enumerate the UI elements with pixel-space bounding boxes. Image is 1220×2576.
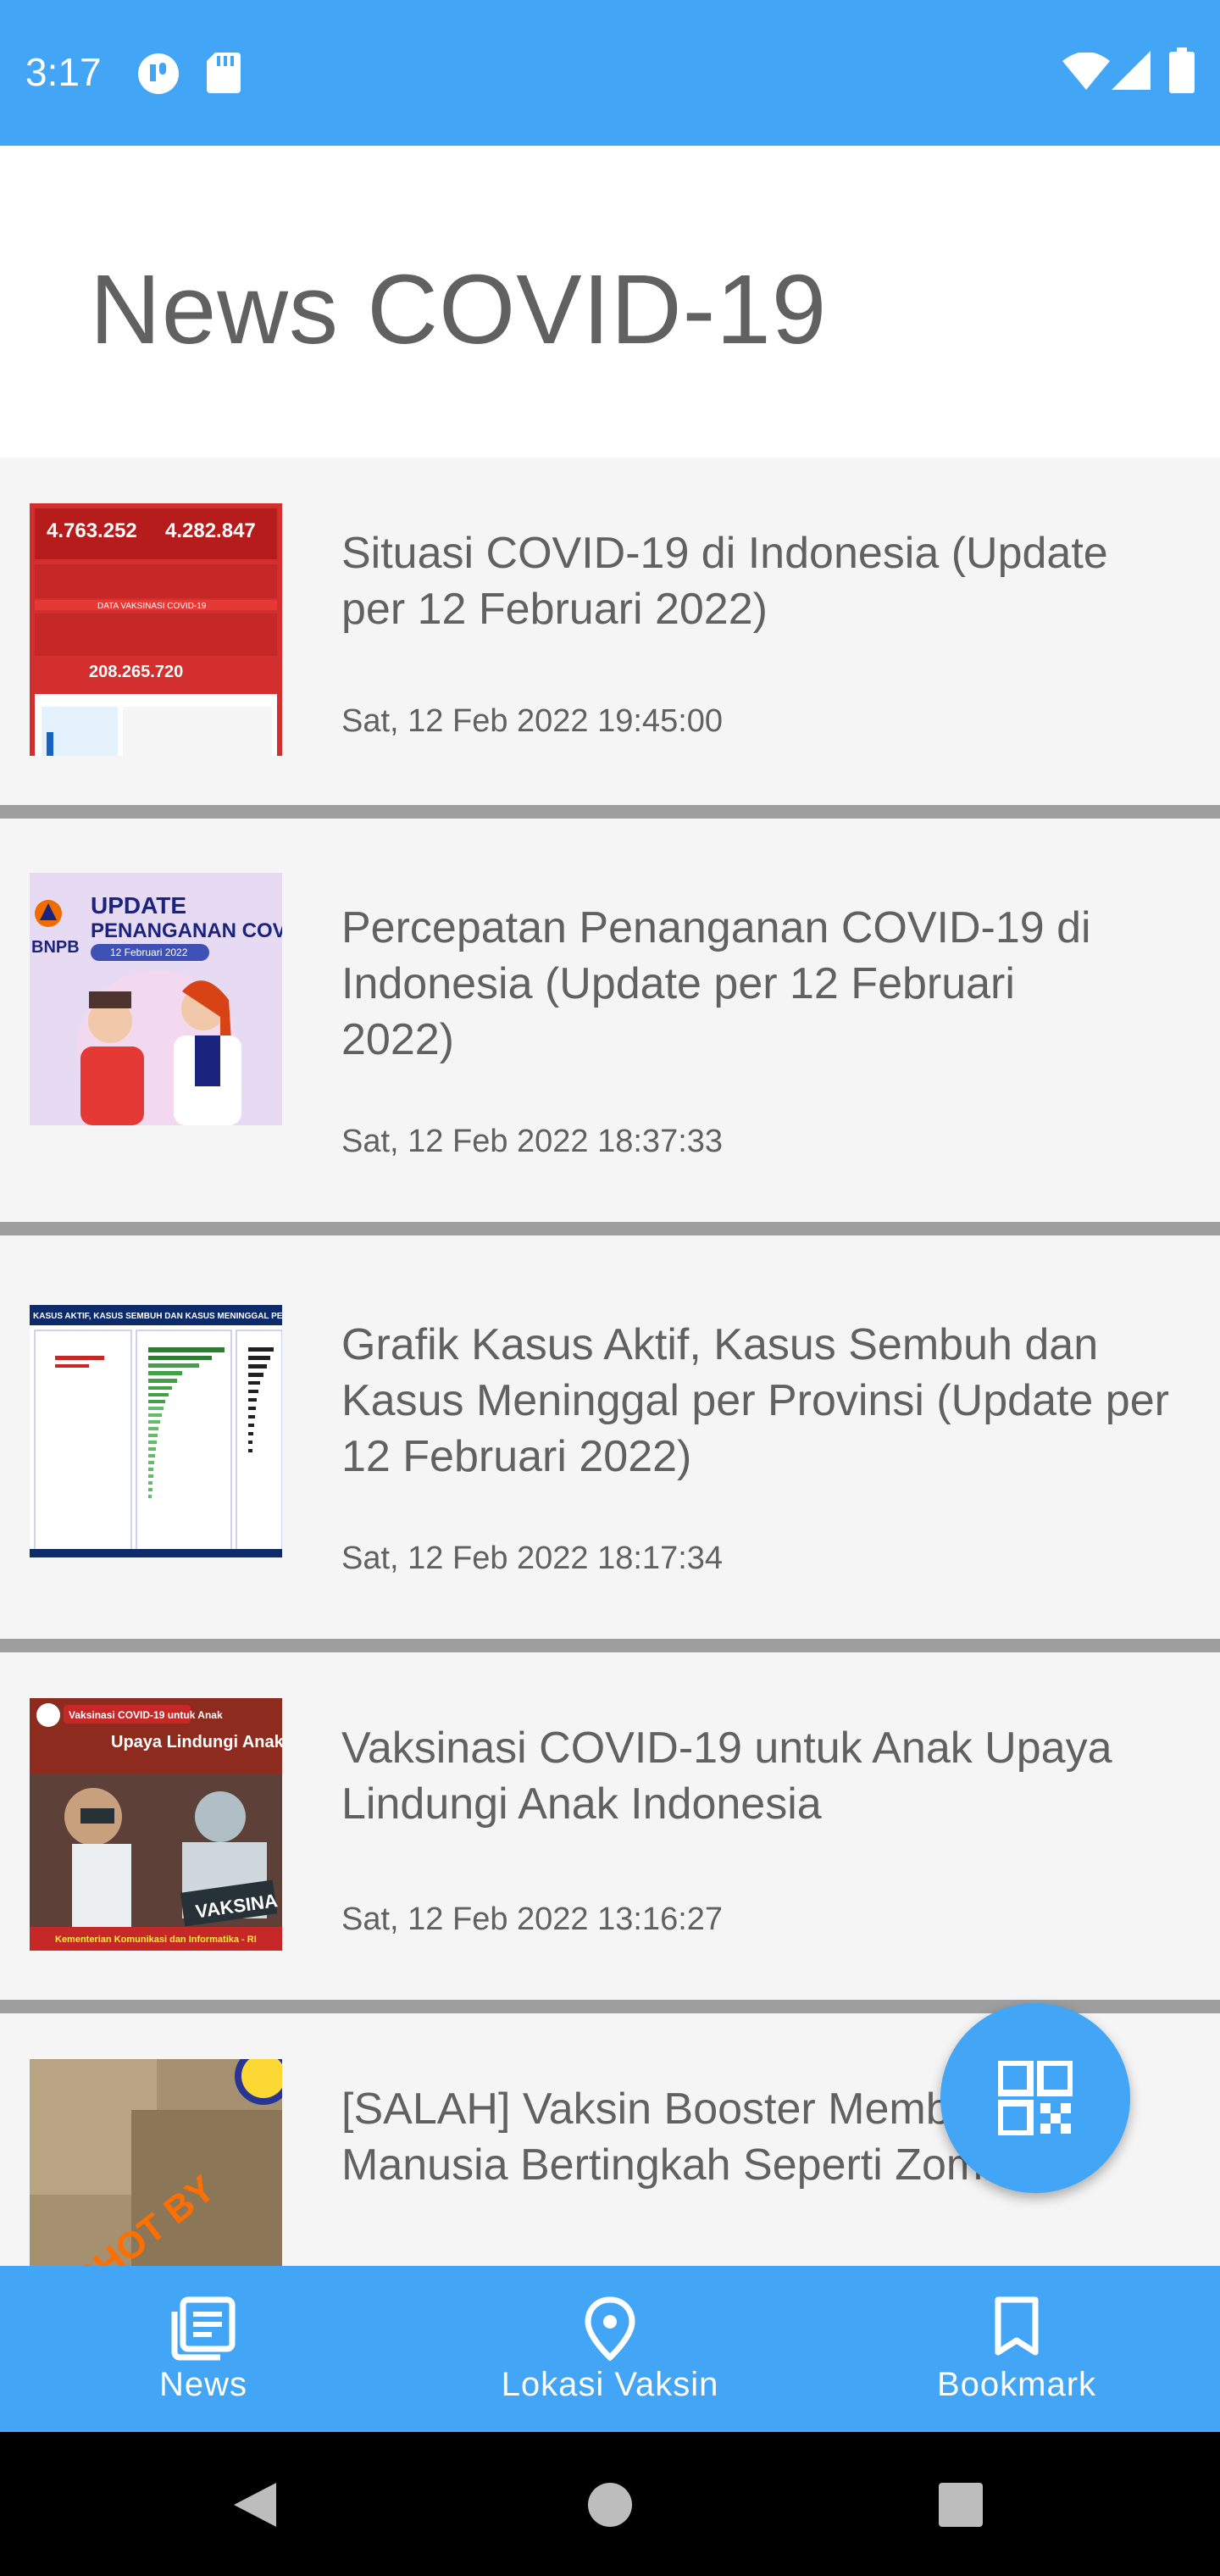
news-date: Sat, 12 Feb 2022 18:17:34 (341, 1541, 724, 1576)
news-thumbnail: KASUS AKTIF, KASUS SEMBUH DAN KASUS MENI… (30, 1305, 282, 1557)
news-thumbnail: SHOT BY (30, 2059, 282, 2266)
thumb-line2: PENANGANAN COV (91, 919, 282, 942)
thumb-line1: UPDATE (91, 892, 186, 919)
system-navigation-bar (0, 2432, 1220, 2576)
news-date: Sat, 12 Feb 2022 18:37:33 (341, 1124, 724, 1159)
svg-text:KASUS AKTIF, KASUS SEMBUH DAN: KASUS AKTIF, KASUS SEMBUH DAN KASUS MENI… (33, 1312, 282, 1321)
app-notification-icon (138, 53, 179, 94)
wifi-icon (1062, 53, 1110, 90)
page-header: News COVID-19 (0, 146, 1220, 458)
news-icon (171, 2296, 236, 2361)
nav-item-bookmark[interactable]: Bookmark (813, 2266, 1220, 2432)
status-bar: 3:17 (0, 0, 1220, 146)
thumb-banner: Vaksinasi COVID-19 untuk Anak (69, 1709, 223, 1721)
status-time: 3:17 (25, 50, 102, 94)
news-list[interactable]: 4.763.252 4.282.847 DATA VAKSINASI COVID… (0, 458, 1220, 2266)
province-chart-image: KASUS AKTIF, KASUS SEMBUH DAN KASUS MENI… (30, 1305, 282, 1557)
nav-item-news[interactable]: News (0, 2266, 407, 2432)
nav-label-bookmark: Bookmark (936, 2366, 1097, 2403)
news-item[interactable]: Vaksinasi COVID-19 untuk Anak Upaya Lind… (0, 1652, 1220, 2000)
page-title: News COVID-19 (90, 254, 828, 364)
news-thumbnail: 4.763.252 4.282.847 DATA VAKSINASI COVID… (30, 503, 282, 756)
covid-stats-infographic-image: 4.763.252 4.282.847 DATA VAKSINASI COVID… (30, 503, 282, 756)
divider (0, 805, 1220, 819)
news-item[interactable]: KASUS AKTIF, KASUS SEMBUH DAN KASUS MENI… (0, 1235, 1220, 1639)
bottom-navigation: News Lokasi Vaksin Bookmark (0, 2266, 1220, 2432)
thumb-footer: Kementerian Komunikasi dan Informatika -… (55, 1935, 257, 1945)
news-thumbnail: UPDATE PENANGANAN COV BNPB 12 Februari 2… (30, 873, 282, 1125)
child-vaccination-photo-image: Vaksinasi COVID-19 untuk Anak Upaya Lind… (30, 1698, 282, 1951)
news-item[interactable]: UPDATE PENANGANAN COV BNPB 12 Februari 2… (0, 819, 1220, 1222)
qr-scan-button[interactable] (940, 2003, 1130, 2193)
qr-code-icon (998, 2061, 1073, 2135)
thumb-stat-a: 4.763.252 (47, 519, 137, 542)
nav-label-lokasi-vaksin: Lokasi Vaksin (501, 2366, 719, 2403)
home-icon[interactable] (586, 2481, 634, 2529)
nav-label-news: News (158, 2366, 248, 2403)
news-title: Grafik Kasus Aktif, Kasus Sembuh dan Kas… (341, 1320, 1169, 1481)
divider (0, 1639, 1220, 1652)
news-title: Situasi COVID-19 di Indonesia (Update pe… (341, 529, 1108, 634)
hoax-photo-image: SHOT BY (30, 2059, 282, 2266)
thumb-date: 12 Februari 2022 (110, 947, 188, 958)
divider (0, 1222, 1220, 1235)
cell-signal-icon (1112, 51, 1151, 90)
sd-card-icon (207, 53, 241, 93)
thumb-banner: DATA VAKSINASI COVID-19 (97, 602, 207, 611)
battery-icon (1169, 47, 1195, 93)
news-title: Percepatan Penanganan COVID-19 di Indone… (341, 903, 1091, 1064)
news-item[interactable]: 4.763.252 4.282.847 DATA VAKSINASI COVID… (0, 458, 1220, 805)
thumb-headline: Upaya Lindungi Anak Indonesia (111, 1733, 282, 1752)
thumb-stat-b: 4.282.847 (165, 519, 256, 542)
vaccination-illustration-image: UPDATE PENANGANAN COV BNPB 12 Februari 2… (30, 873, 282, 1125)
recents-icon[interactable] (939, 2483, 983, 2527)
bookmark-icon (995, 2296, 1039, 2356)
thumb-stat-c: 208.265.720 (89, 663, 183, 681)
location-pin-icon (585, 2296, 635, 2361)
news-date: Sat, 12 Feb 2022 13:16:27 (341, 1901, 724, 1937)
news-date: Sat, 12 Feb 2022 19:45:00 (341, 703, 724, 739)
nav-item-lokasi-vaksin[interactable]: Lokasi Vaksin (407, 2266, 813, 2432)
news-title: Vaksinasi COVID-19 untuk Anak Upaya Lind… (341, 1724, 1112, 1829)
news-thumbnail: Vaksinasi COVID-19 untuk Anak Upaya Lind… (30, 1698, 282, 1951)
thumb-brand: BNPB (31, 938, 80, 957)
back-icon[interactable] (230, 2481, 278, 2529)
